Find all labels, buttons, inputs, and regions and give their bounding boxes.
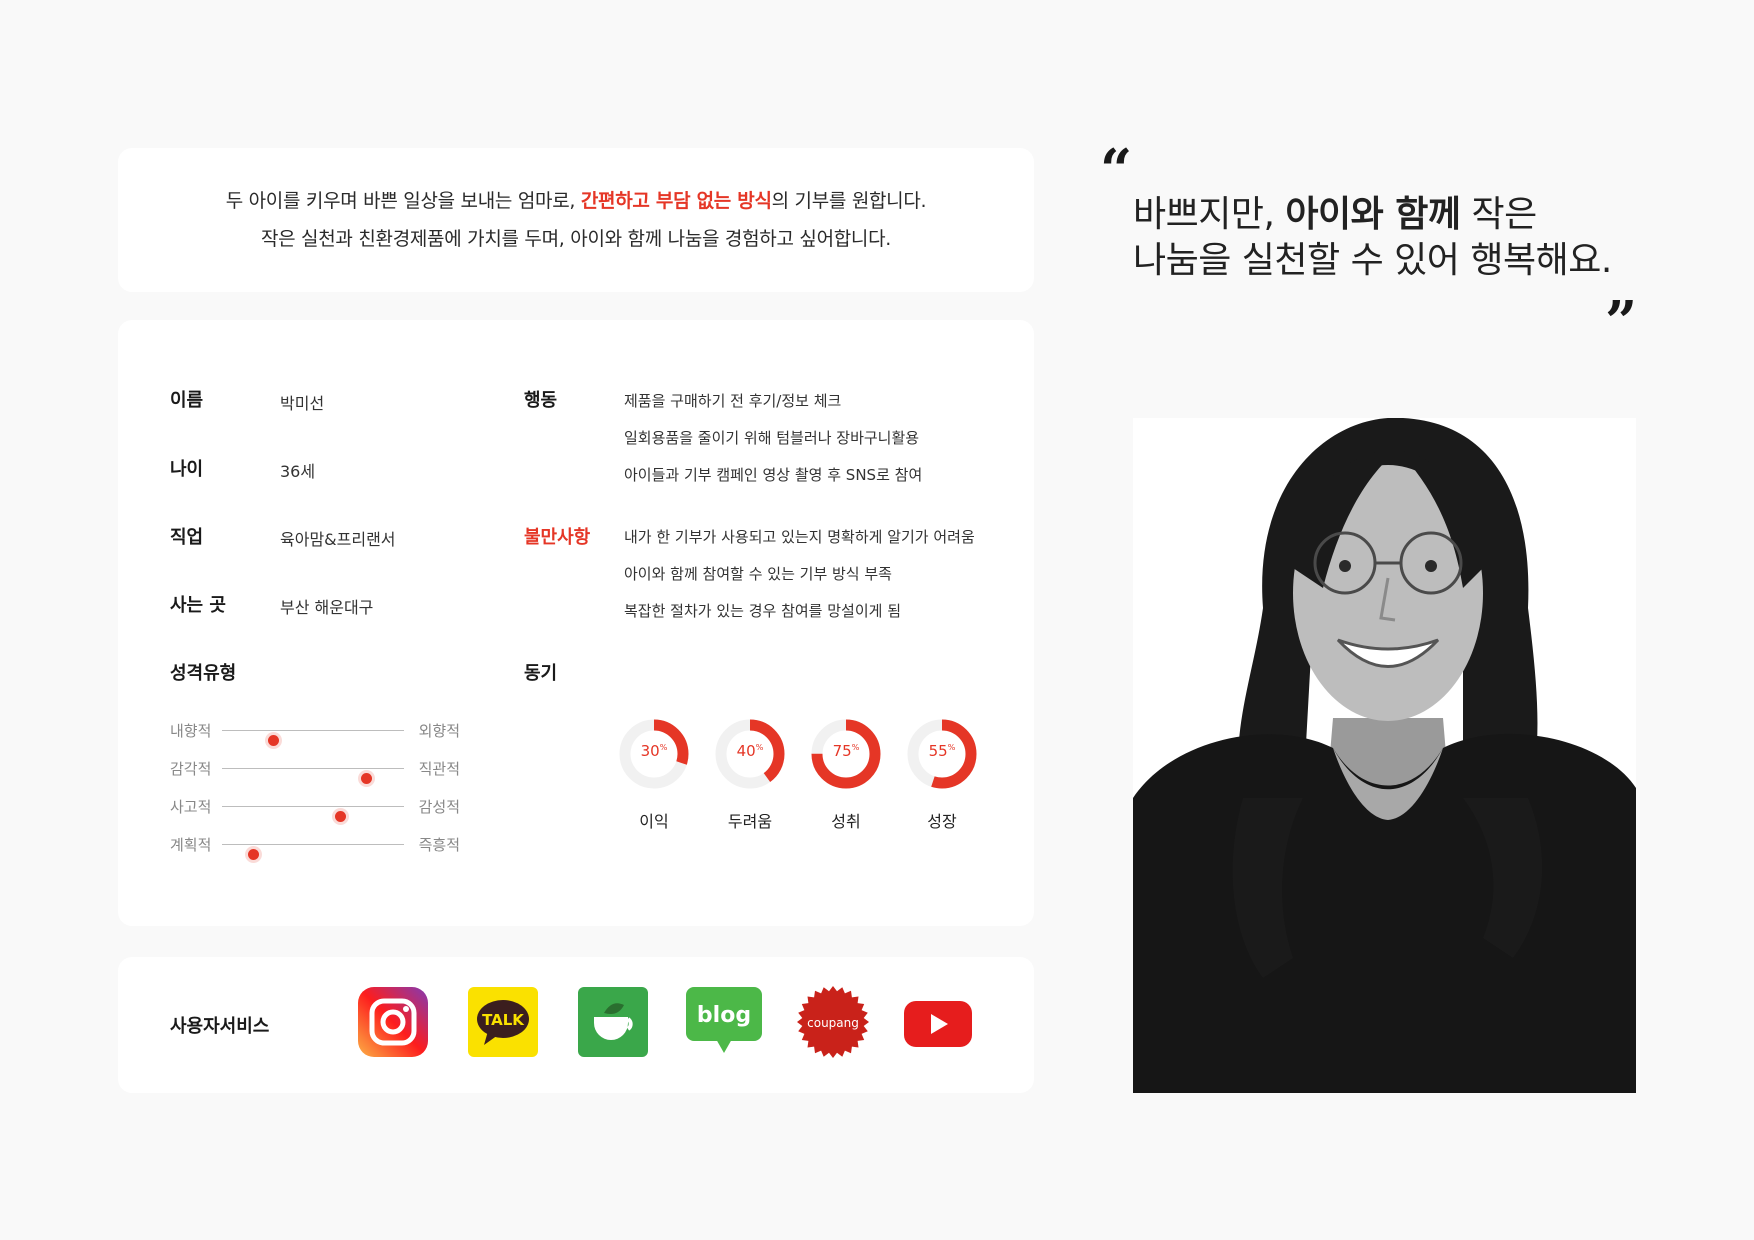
persona-photo: [1133, 418, 1636, 1093]
persona-illustration: [1133, 418, 1636, 1093]
quote-part: 작은: [1471, 194, 1537, 235]
trait-marker: [360, 773, 372, 784]
kakaotalk-icon[interactable]: TALK: [468, 987, 538, 1057]
intro-card: 두 아이를 키우며 바쁜 일상을 보내는 엄마로, 간편하고 부담 없는 방식의…: [118, 148, 1034, 292]
donut-value: 55%: [928, 742, 956, 760]
behavior-label: 행동: [524, 390, 558, 411]
motivation-donut: 40%: [714, 718, 786, 790]
intro-highlight: 간편하고 부담 없는 방식: [580, 190, 772, 212]
motivation-donut: 55%: [906, 718, 978, 790]
intro-line-1: 두 아이를 키우며 바쁜 일상을 보내는 엄마로, 간편하고 부담 없는 방식의…: [118, 182, 1034, 220]
motivation-donut: 75%: [810, 718, 882, 790]
trait-row: 사고적 감성적: [170, 796, 460, 822]
intro-text: 두 아이를 키우며 바쁜 일상을 보내는 엄마로,: [225, 190, 576, 212]
kakaotalk-text: TALK: [482, 1011, 525, 1029]
trait-marker: [247, 849, 259, 860]
trait-row: 내향적 외향적: [170, 720, 460, 746]
services-label: 사용자서비스: [170, 1016, 270, 1037]
blog-text: blog: [697, 1003, 751, 1028]
coupang-text: coupang: [807, 1016, 859, 1030]
name-label: 이름: [170, 390, 204, 411]
close-quote-icon: ”: [1605, 289, 1638, 355]
trait-right-label: 외향적: [418, 722, 460, 740]
personality-label: 성격유형: [170, 663, 237, 684]
trait-row: 계획적 즉흥적: [170, 834, 460, 860]
instagram-icon[interactable]: [358, 987, 428, 1057]
motivation-label: 동기: [524, 663, 558, 684]
trait-track: [222, 844, 404, 860]
intro-text-end: 의 기부를 원합니다.: [771, 190, 927, 212]
quote-line-2: 나눔을 실천할 수 있어 행복해요.: [1133, 240, 1612, 281]
donut-value: 40%: [736, 742, 764, 760]
trait-right-label: 감성적: [418, 798, 460, 816]
donut-label: 두려움: [727, 812, 773, 831]
complaint-item: 아이와 함께 참여할 수 있는 기부 방식 부족: [624, 565, 892, 583]
donut-label: 이익: [639, 812, 669, 831]
home-label: 사는 곳: [170, 595, 226, 616]
complaint-item: 내가 한 기부가 사용되고 있는지 명확하게 알기가 어려움: [624, 528, 975, 546]
trait-track: [222, 730, 404, 746]
behavior-item: 아이들과 기부 캠페인 영상 촬영 후 SNS로 참여: [624, 466, 923, 484]
intro-line-2: 작은 실천과 친환경제품에 가치를 두며, 아이와 함께 나눔을 경험하고 싶어…: [260, 228, 892, 250]
youtube-icon[interactable]: [904, 1001, 972, 1047]
quote-text: 바쁘지만, 아이와 함께 작은 나눔을 실천할 수 있어 행복해요.: [1133, 192, 1693, 284]
behavior-item: 제품을 구매하기 전 후기/정보 체크: [624, 392, 842, 410]
donut-label: 성취: [831, 812, 861, 831]
naver-blog-icon[interactable]: blog: [686, 987, 762, 1059]
donut-value: 75%: [832, 742, 860, 760]
profile-card: 이름 박미선 나이 36세 직업 육아맘&프리랜서 사는 곳 부산 해운대구 성…: [118, 320, 1034, 926]
job-value: 육아맘&프리랜서: [280, 530, 396, 549]
trait-left-label: 사고적: [170, 798, 212, 816]
coupang-icon[interactable]: coupang: [796, 985, 870, 1059]
complaint-item: 복잡한 절차가 있는 경우 참여를 망설이게 됨: [624, 602, 902, 620]
trait-left-label: 계획적: [170, 836, 212, 854]
donut-value: 30%: [640, 742, 668, 760]
trait-marker: [267, 735, 279, 746]
trait-track: [222, 806, 404, 822]
motivation-donut: 30%: [618, 718, 690, 790]
age-label: 나이: [170, 459, 204, 480]
donut-label: 성장: [927, 812, 957, 831]
job-label: 직업: [170, 527, 204, 548]
age-value: 36세: [280, 462, 316, 481]
open-quote-icon: “: [1100, 137, 1133, 203]
quote-part: 바쁘지만,: [1133, 194, 1275, 235]
home-value: 부산 해운대구: [280, 598, 374, 617]
complaint-label: 불만사항: [524, 527, 591, 548]
coffee-cup-icon[interactable]: [578, 987, 648, 1057]
trait-right-label: 즉흥적: [418, 836, 460, 854]
service-card: 사용자서비스 TALK blog coupang: [118, 957, 1034, 1093]
trait-right-label: 직관적: [418, 760, 460, 778]
trait-track: [222, 768, 404, 784]
quote-bold: 아이와 함께: [1285, 194, 1461, 235]
name-value: 박미선: [280, 394, 325, 413]
trait-left-label: 내향적: [170, 722, 212, 740]
trait-left-label: 감각적: [170, 760, 212, 778]
behavior-item: 일회용품을 줄이기 위해 텀블러나 장바구니활용: [624, 429, 920, 447]
trait-marker: [335, 811, 347, 822]
quote-line-1: 바쁘지만, 아이와 함께 작은: [1133, 192, 1693, 238]
trait-row: 감각적 직관적: [170, 758, 460, 784]
